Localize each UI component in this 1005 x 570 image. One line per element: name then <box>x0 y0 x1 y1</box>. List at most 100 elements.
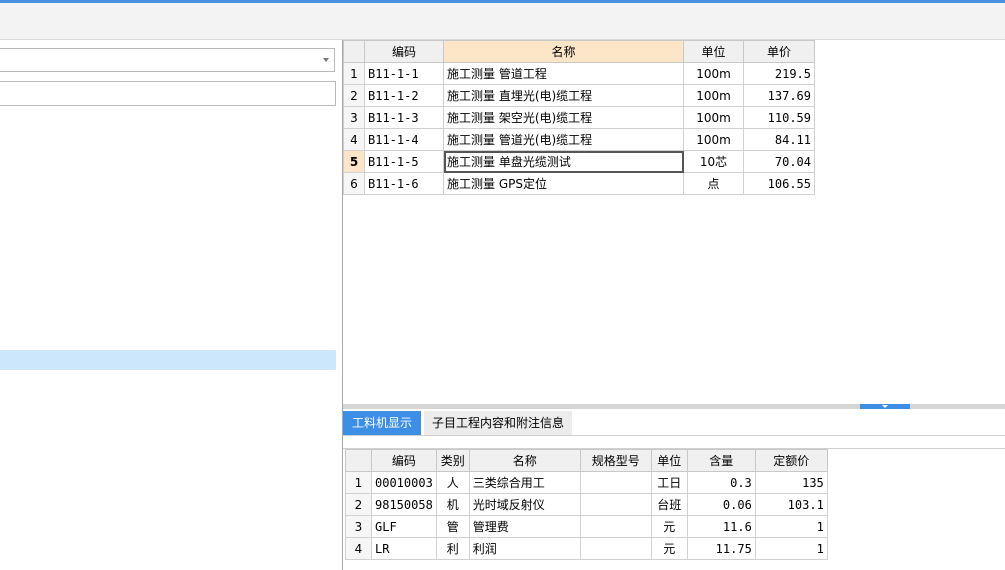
row-number: 4 <box>345 537 372 560</box>
table-row[interactable]: 3 GLF 管 管理费 元 11.6 1 <box>345 515 828 538</box>
cell-unit[interactable]: 点 <box>683 172 744 195</box>
tab-divider <box>343 435 1005 436</box>
cell-price[interactable]: 110.59 <box>743 106 815 129</box>
cell-unit[interactable]: 台班 <box>650 493 688 516</box>
header-name[interactable]: 名称 <box>443 40 684 63</box>
cell-qty[interactable]: 11.75 <box>686 537 756 560</box>
cell-name[interactable]: 三类综合用工 <box>468 471 581 494</box>
cell-price[interactable]: 135 <box>754 471 828 494</box>
row-number: 3 <box>343 106 365 129</box>
cell-code[interactable]: 98150058 <box>371 493 437 516</box>
cell-name[interactable]: 施工测量 管道光(电)缆工程 <box>443 128 684 151</box>
row-number: 1 <box>345 471 372 494</box>
cell-type[interactable]: 利 <box>435 537 470 560</box>
cell-unit[interactable]: 工日 <box>650 471 688 494</box>
header-spec[interactable]: 规格型号 <box>579 449 652 472</box>
header-price[interactable]: 单价 <box>743 40 815 63</box>
cell-name[interactable]: 施工测量 管道工程 <box>443 62 684 85</box>
horizontal-splitter[interactable] <box>343 404 1005 409</box>
tab-work-content[interactable]: 子目工程内容和附注信息 <box>424 411 572 435</box>
category-dropdown[interactable] <box>0 48 335 72</box>
cell-qty[interactable]: 0.3 <box>686 471 756 494</box>
cell-name[interactable]: 施工测量 直埋光(电)缆工程 <box>443 84 684 107</box>
resource-table-header: 编码 类别 名称 规格型号 单位 含量 定额价 <box>345 449 828 472</box>
header-rownum <box>345 449 372 472</box>
row-number: 4 <box>343 128 365 151</box>
cell-price[interactable]: 103.1 <box>754 493 828 516</box>
cell-code[interactable]: GLF <box>371 515 437 538</box>
cell-price[interactable]: 137.69 <box>743 84 815 107</box>
table-row[interactable]: 2 98150058 机 光时域反射仪 台班 0.06 103.1 <box>345 493 828 516</box>
cell-code[interactable]: B11-1-1 <box>364 62 444 85</box>
cell-code[interactable]: B11-1-5 <box>364 150 444 173</box>
cell-unit[interactable]: 100m <box>683 62 744 85</box>
cell-name[interactable]: 光时域反射仪 <box>468 493 581 516</box>
quota-table: 编码 名称 单位 单价 1 B11-1-1 施工测量 管道工程 100m 219… <box>343 40 815 195</box>
resource-table: 编码 类别 名称 规格型号 单位 含量 定额价 1 00010003 人 三类综… <box>345 449 828 560</box>
cell-unit[interactable]: 元 <box>650 515 688 538</box>
cell-type[interactable]: 管 <box>435 515 470 538</box>
quota-table-header: 编码 名称 单位 单价 <box>343 40 815 63</box>
cell-code[interactable]: B11-1-3 <box>364 106 444 129</box>
cell-unit[interactable]: 100m <box>683 106 744 129</box>
cell-code[interactable]: B11-1-6 <box>364 172 444 195</box>
table-row[interactable]: 3 B11-1-3 施工测量 架空光(电)缆工程 100m 110.59 <box>343 106 815 129</box>
cell-price[interactable]: 70.04 <box>743 150 815 173</box>
row-number: 2 <box>343 84 365 107</box>
table-row[interactable]: 4 B11-1-4 施工测量 管道光(电)缆工程 100m 84.11 <box>343 128 815 151</box>
cell-type[interactable]: 人 <box>435 471 470 494</box>
chevron-down-icon[interactable] <box>323 58 329 62</box>
tree-selected-item[interactable] <box>0 350 336 370</box>
header-unit[interactable]: 单位 <box>683 40 744 63</box>
row-number: 6 <box>343 172 365 195</box>
chevron-down-icon[interactable] <box>860 404 910 409</box>
toolbar <box>0 3 1005 40</box>
cell-spec[interactable] <box>579 493 652 516</box>
cell-unit[interactable]: 100m <box>683 128 744 151</box>
header-name[interactable]: 名称 <box>468 449 581 472</box>
cell-code[interactable]: B11-1-2 <box>364 84 444 107</box>
search-input[interactable] <box>0 81 336 106</box>
cell-unit[interactable]: 10芯 <box>683 150 744 173</box>
table-row-selected[interactable]: 5 B11-1-5 施工测量 单盘光缆测试 10芯 70.04 <box>343 150 815 173</box>
cell-code[interactable]: LR <box>371 537 437 560</box>
cell-name[interactable]: 利润 <box>468 537 581 560</box>
header-code[interactable]: 编码 <box>371 449 437 472</box>
table-row[interactable]: 2 B11-1-2 施工测量 直埋光(电)缆工程 100m 137.69 <box>343 84 815 107</box>
cell-price[interactable]: 219.5 <box>743 62 815 85</box>
cell-price[interactable]: 1 <box>754 537 828 560</box>
row-number: 1 <box>343 62 365 85</box>
cell-spec[interactable] <box>579 515 652 538</box>
cell-unit[interactable]: 元 <box>650 537 688 560</box>
header-unit[interactable]: 单位 <box>650 449 688 472</box>
header-type[interactable]: 类别 <box>435 449 470 472</box>
cell-unit[interactable]: 100m <box>683 84 744 107</box>
table-row[interactable]: 4 LR 利 利润 元 11.75 1 <box>345 537 828 560</box>
table-row[interactable]: 1 B11-1-1 施工测量 管道工程 100m 219.5 <box>343 62 815 85</box>
cell-price[interactable]: 106.55 <box>743 172 815 195</box>
cell-name[interactable]: 管理费 <box>468 515 581 538</box>
cell-code[interactable]: B11-1-4 <box>364 128 444 151</box>
cell-qty[interactable]: 0.06 <box>686 493 756 516</box>
cell-name[interactable]: 施工测量 GPS定位 <box>443 172 684 195</box>
row-number: 2 <box>345 493 372 516</box>
cell-spec[interactable] <box>579 471 652 494</box>
row-number: 3 <box>345 515 372 538</box>
cell-code[interactable]: 00010003 <box>371 471 437 494</box>
cell-spec[interactable] <box>579 537 652 560</box>
cell-price[interactable]: 1 <box>754 515 828 538</box>
table-row[interactable]: 6 B11-1-6 施工测量 GPS定位 点 106.55 <box>343 172 815 195</box>
header-qty[interactable]: 含量 <box>686 449 756 472</box>
cell-price[interactable]: 84.11 <box>743 128 815 151</box>
cell-name[interactable]: 施工测量 架空光(电)缆工程 <box>443 106 684 129</box>
left-panel <box>0 40 342 570</box>
cell-type[interactable]: 机 <box>435 493 470 516</box>
cell-qty[interactable]: 11.6 <box>686 515 756 538</box>
header-quota-price[interactable]: 定额价 <box>754 449 828 472</box>
header-code[interactable]: 编码 <box>364 40 444 63</box>
cell-name-editing[interactable]: 施工测量 单盘光缆测试 <box>443 150 684 173</box>
header-rownum <box>343 40 365 63</box>
tab-resources[interactable]: 工料机显示 <box>343 411 421 435</box>
table-row[interactable]: 1 00010003 人 三类综合用工 工日 0.3 135 <box>345 471 828 494</box>
row-number: 5 <box>343 150 365 173</box>
